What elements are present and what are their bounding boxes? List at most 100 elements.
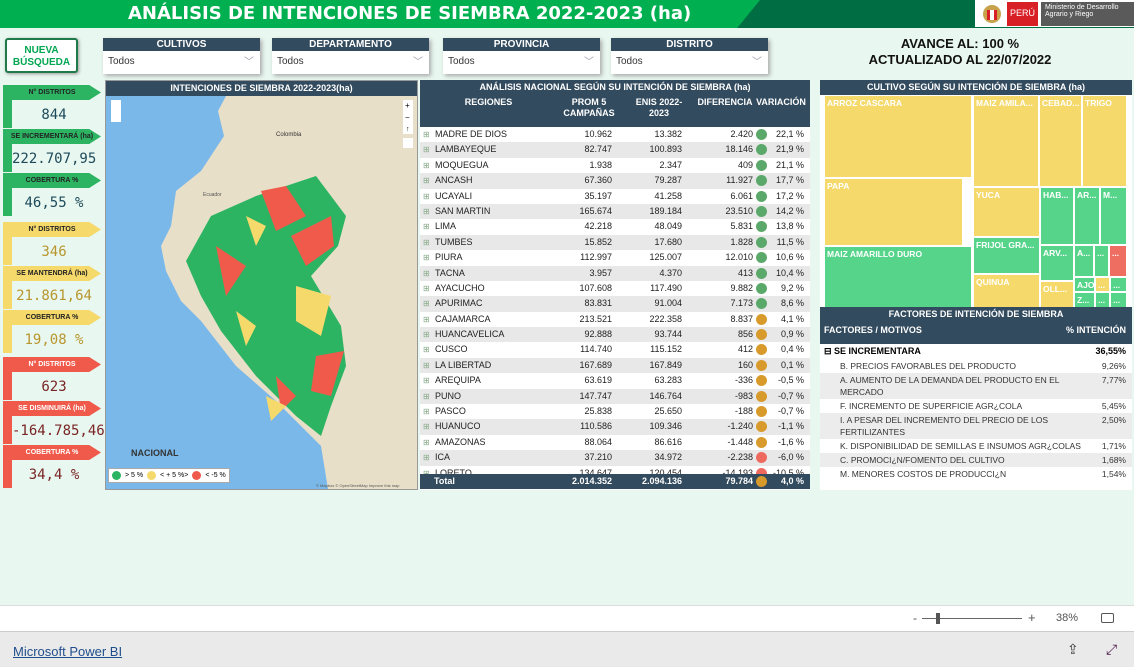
- col-intencion[interactable]: % INTENCIÓN: [1066, 325, 1126, 335]
- expand-icon[interactable]: ⊞: [423, 142, 430, 157]
- treemap-tile[interactable]: OLL...: [1040, 281, 1074, 308]
- slicer-distrito[interactable]: DISTRITO Todos ﹀: [611, 38, 768, 74]
- chevron-down-icon[interactable]: ﹀: [413, 53, 423, 68]
- col-variacion[interactable]: VARIACIÓN: [754, 97, 808, 108]
- treemap-tile[interactable]: ...: [1095, 292, 1110, 308]
- map-canvas[interactable]: Colombia Ecuador NACIONAL © Mapbox © Ope…: [106, 96, 417, 489]
- col-regiones[interactable]: REGIONES: [420, 97, 557, 108]
- factor-row[interactable]: F. INCREMENTO DE SUPERFICIE AGR¿COLA 5,45…: [820, 399, 1132, 413]
- treemap-tile[interactable]: AR...: [1074, 187, 1100, 245]
- expand-icon[interactable]: ⊞: [423, 204, 430, 219]
- factor-row[interactable]: A. AUMENTO DE LA DEMANDA DEL PRODUCTO EN…: [820, 373, 1132, 399]
- col-enis[interactable]: ENIS 2022-2023: [628, 97, 690, 119]
- table-row[interactable]: ⊞ ICA 37.210 34.972 -2.238 -6,0 %: [420, 450, 810, 466]
- treemap-tile[interactable]: CEBAD...: [1039, 95, 1082, 187]
- expand-icon[interactable]: ⊞: [423, 312, 430, 327]
- chevron-down-icon[interactable]: ﹀: [584, 53, 594, 68]
- table-row[interactable]: ⊞ MOQUEGUA 1.938 2.347 409 21,1 %: [420, 158, 810, 173]
- treemap-tile[interactable]: M...: [1100, 187, 1127, 245]
- expand-icon[interactable]: ⊞: [423, 327, 430, 342]
- expand-icon[interactable]: ⊞: [423, 389, 430, 404]
- factor-row[interactable]: M. MENORES COSTOS DE PRODUCCI¿N 1,54%: [820, 467, 1132, 481]
- slicer-cultivos[interactable]: CULTIVOS Todos ﹀: [103, 38, 260, 74]
- slicer-provincia[interactable]: PROVINCIA Todos ﹀: [443, 38, 600, 74]
- treemap-tile[interactable]: MAIZ AMILA...: [973, 95, 1039, 187]
- table-row[interactable]: ⊞ CAJAMARCA 213.521 222.358 8.837 4,1 %: [420, 312, 810, 327]
- zoom-in-button[interactable]: +: [1028, 610, 1036, 625]
- table-row[interactable]: ⊞ HUANCAVELICA 92.888 93.744 856 0,9 %: [420, 327, 810, 343]
- table-row[interactable]: ⊞ ANCASH 67.360 79.287 11.927 17,7 %: [420, 173, 810, 189]
- treemap-tile[interactable]: Z...: [1074, 292, 1095, 308]
- table-row[interactable]: ⊞ PIURA 112.997 125.007 12.010 10,6 %: [420, 250, 810, 265]
- expand-icon[interactable]: ⊞: [423, 173, 430, 188]
- table-row[interactable]: ⊞ TACNA 3.957 4.370 413 10,4 %: [420, 265, 810, 281]
- expand-icon[interactable]: ⊞: [423, 342, 430, 357]
- table-row[interactable]: ⊞ AYACUCHO 107.608 117.490 9.882 9,2 %: [420, 281, 810, 296]
- expand-icon[interactable]: ⊞: [423, 219, 430, 234]
- treemap-tile[interactable]: HAB...: [1040, 187, 1074, 245]
- chevron-down-icon[interactable]: ﹀: [244, 53, 254, 68]
- collapse-icon[interactable]: ⊟: [824, 346, 834, 356]
- expand-icon[interactable]: ⊞: [423, 466, 430, 474]
- table-row[interactable]: ⊞ PASCO 25.838 25.650 -188 -0,7 %: [420, 404, 810, 419]
- powerbi-link[interactable]: Microsoft Power BI: [13, 644, 122, 659]
- expand-icon[interactable]: ⊞: [423, 250, 430, 265]
- treemap-tile[interactable]: ...: [1110, 292, 1127, 308]
- fit-to-page-icon[interactable]: [1101, 613, 1114, 623]
- slicer-departamento[interactable]: DEPARTAMENTO Todos ﹀: [272, 38, 429, 74]
- zoom-slider-thumb[interactable]: [936, 613, 940, 624]
- treemap-tile[interactable]: PAPA: [824, 178, 963, 246]
- table-row[interactable]: ⊞ PUNO 147.747 146.764 -983 -0,7 %: [420, 388, 810, 405]
- treemap-tile[interactable]: QUINUA: [973, 274, 1040, 308]
- treemap-tile[interactable]: FRIJOL GRA...: [973, 237, 1040, 274]
- zoom-in-icon[interactable]: +: [405, 101, 410, 110]
- table-row[interactable]: ⊞ LORETO 134.647 120.454 -14.193 -10,5 %: [420, 466, 810, 474]
- expand-icon[interactable]: ⊞: [423, 189, 430, 204]
- treemap-tile[interactable]: YUCA: [973, 187, 1040, 237]
- factor-row[interactable]: I. A PESAR DEL INCREMENTO DEL PRECIO DE …: [820, 413, 1132, 439]
- factor-row[interactable]: B. PRECIOS FAVORABLES DEL PRODUCTO 9,26%: [820, 359, 1132, 373]
- new-search-button[interactable]: NUEVA BÚSQUEDA: [5, 38, 78, 73]
- expand-icon[interactable]: ⊞: [423, 358, 430, 373]
- table-row[interactable]: ⊞ SAN MARTIN 165.674 189.184 23.510 14,2…: [420, 203, 810, 220]
- expand-icon[interactable]: ⊞: [423, 266, 430, 281]
- expand-icon[interactable]: ⊞: [423, 158, 430, 173]
- col-diferencia[interactable]: DIFERENCIA: [697, 97, 753, 108]
- treemap-tile[interactable]: ARROZ CASCARA: [824, 95, 972, 178]
- expand-icon[interactable]: ⊞: [423, 419, 430, 434]
- expand-icon[interactable]: ⊞: [423, 450, 430, 465]
- expand-icon[interactable]: ⊞: [423, 404, 430, 419]
- table-row[interactable]: ⊞ TUMBES 15.852 17.680 1.828 11,5 %: [420, 234, 810, 251]
- zoom-out-icon[interactable]: −: [405, 113, 410, 122]
- col-prom[interactable]: PROM 5 CAMPAÑAS: [557, 97, 621, 119]
- expand-icon[interactable]: ⊞: [423, 435, 430, 450]
- treemap-tile[interactable]: ...: [1109, 245, 1127, 277]
- treemap-tile[interactable]: TRIGO: [1082, 95, 1127, 187]
- reset-north-icon[interactable]: ↑: [406, 126, 410, 133]
- zoom-out-button[interactable]: -: [913, 611, 917, 625]
- table-row[interactable]: ⊞ LIMA 42.218 48.049 5.831 13,8 %: [420, 219, 810, 234]
- treemap-tile[interactable]: AJO: [1074, 277, 1095, 292]
- factor-group-row[interactable]: ⊟ SE INCREMENTARA 36,55%: [820, 344, 1132, 359]
- table-row[interactable]: ⊞ MADRE DE DIOS 10.962 13.382 2.420 22,1…: [420, 127, 810, 142]
- map-zoom-controls[interactable]: + − ↑: [403, 100, 413, 134]
- map-attribution[interactable]: © Mapbox © OpenStreetMap Improve this ma…: [316, 483, 400, 488]
- expand-icon[interactable]: ⊞: [423, 373, 430, 388]
- table-row[interactable]: ⊞ HUANUCO 110.586 109.346 -1.240 -1,1 %: [420, 419, 810, 435]
- expand-icon[interactable]: ⊞: [423, 235, 430, 250]
- factor-row[interactable]: C. PROMOCI¿N/FOMENTO DEL CULTIVO 1,68%: [820, 453, 1132, 467]
- table-row[interactable]: ⊞ CUSCO 114.740 115.152 412 0,4 %: [420, 342, 810, 357]
- treemap-tile[interactable]: ARV...: [1040, 245, 1074, 281]
- expand-icon[interactable]: ⊞: [423, 127, 430, 142]
- table-row[interactable]: ⊞ AMAZONAS 88.064 86.616 -1.448 -1,6 %: [420, 435, 810, 450]
- treemap-tile[interactable]: ...: [1110, 277, 1127, 292]
- table-body[interactable]: ⊞ MADRE DE DIOS 10.962 13.382 2.420 22,1…: [420, 127, 810, 474]
- treemap-tile[interactable]: ...: [1095, 277, 1110, 292]
- factor-row[interactable]: K. DISPONIBILIDAD DE SEMILLAS E INSUMOS …: [820, 439, 1132, 453]
- col-factores[interactable]: FACTORES / MOTIVOS: [824, 325, 922, 335]
- fullscreen-icon[interactable]: ⤢: [1106, 641, 1117, 658]
- table-row[interactable]: ⊞ LAMBAYEQUE 82.747 100.893 18.146 21,9 …: [420, 142, 810, 158]
- search-icon[interactable]: [403, 138, 413, 148]
- treemap-tile[interactable]: MAIZ AMARILLO DURO: [824, 246, 972, 308]
- share-icon[interactable]: ⇪: [1067, 641, 1079, 658]
